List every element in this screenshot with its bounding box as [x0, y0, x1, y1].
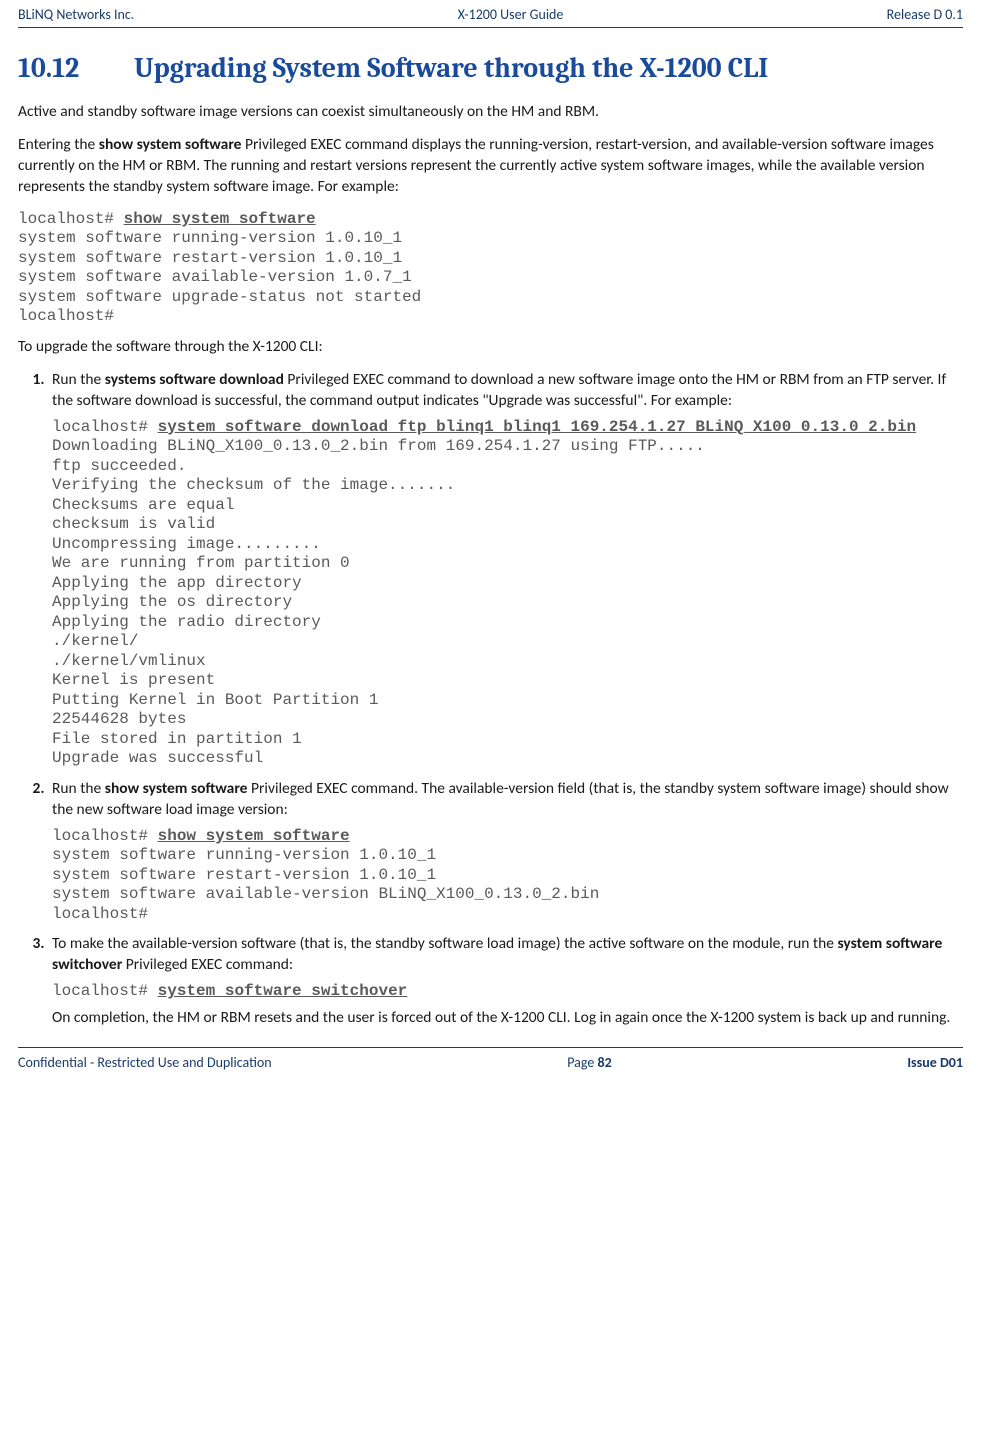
header-left: BLiNQ Networks Inc. — [18, 6, 134, 23]
code1-prompt: localhost# — [18, 210, 124, 228]
step2-text-a: Run the — [52, 779, 105, 798]
footer-left: Confidential - Restricted Use and Duplic… — [18, 1054, 272, 1071]
step1-text-a: Run the — [52, 370, 105, 389]
header-right: Release D 0.1 — [887, 6, 963, 23]
step2-code-block: localhost# show system software system s… — [52, 827, 963, 925]
step2-code-prompt: localhost# — [52, 827, 158, 845]
steps-list: Run the systems software download Privil… — [18, 370, 963, 1029]
code1-command: show system software — [124, 210, 316, 228]
step2-code-body: system software running-version 1.0.10_1… — [52, 846, 599, 923]
section-number: 10.12 — [18, 52, 128, 84]
footer-page-label: Page — [567, 1054, 597, 1071]
code-block-1: localhost# show system software system s… — [18, 210, 963, 327]
upgrade-lead-in: To upgrade the software through the X-12… — [18, 337, 963, 358]
step3-code-command: system software switchover — [158, 982, 408, 1000]
code1-body: system software running-version 1.0.10_1… — [18, 229, 421, 325]
intro-paragraph-1: Active and standby software image versio… — [18, 102, 963, 123]
step1-code-prompt: localhost# — [52, 418, 158, 436]
step2-code-command: show system software — [158, 827, 350, 845]
step3-code-prompt: localhost# — [52, 982, 158, 1000]
step1-code-body: Downloading BLiNQ_X100_0.13.0_2.bin from… — [52, 437, 705, 767]
section-heading: 10.12 Upgrading System Software through … — [18, 52, 963, 84]
intro-p2-a: Entering the — [18, 135, 99, 154]
step3-after-text: On completion, the HM or RBM resets and … — [52, 1008, 963, 1029]
footer-right: Issue D01 — [907, 1054, 963, 1071]
page-header: BLiNQ Networks Inc. X-1200 User Guide Re… — [18, 0, 963, 28]
step-3: To make the available-version software (… — [48, 934, 963, 1028]
step1-code-block: localhost# system software download ftp … — [52, 418, 963, 769]
intro-paragraph-2: Entering the show system software Privil… — [18, 135, 963, 198]
page-footer: Confidential - Restricted Use and Duplic… — [18, 1047, 963, 1081]
step1-code-command: system software download ftp blinq1 blin… — [158, 418, 917, 436]
step3-text-c: Privileged EXEC command: — [122, 955, 293, 974]
section-title-text: Upgrading System Software through the X-… — [134, 52, 768, 84]
intro-p2-cmd: show system software — [99, 135, 242, 154]
header-center: X-1200 User Guide — [458, 6, 564, 23]
footer-center: Page 82 — [567, 1054, 611, 1071]
step-2: Run the show system software Privileged … — [48, 779, 963, 924]
step2-cmd: show system software — [105, 779, 248, 798]
footer-page-number: 82 — [598, 1054, 612, 1071]
step3-text-a: To make the available-version software (… — [52, 934, 837, 953]
step-1: Run the systems software download Privil… — [48, 370, 963, 769]
step1-cmd: systems software download — [105, 370, 284, 389]
step3-code-block: localhost# system software switchover — [52, 982, 963, 1002]
